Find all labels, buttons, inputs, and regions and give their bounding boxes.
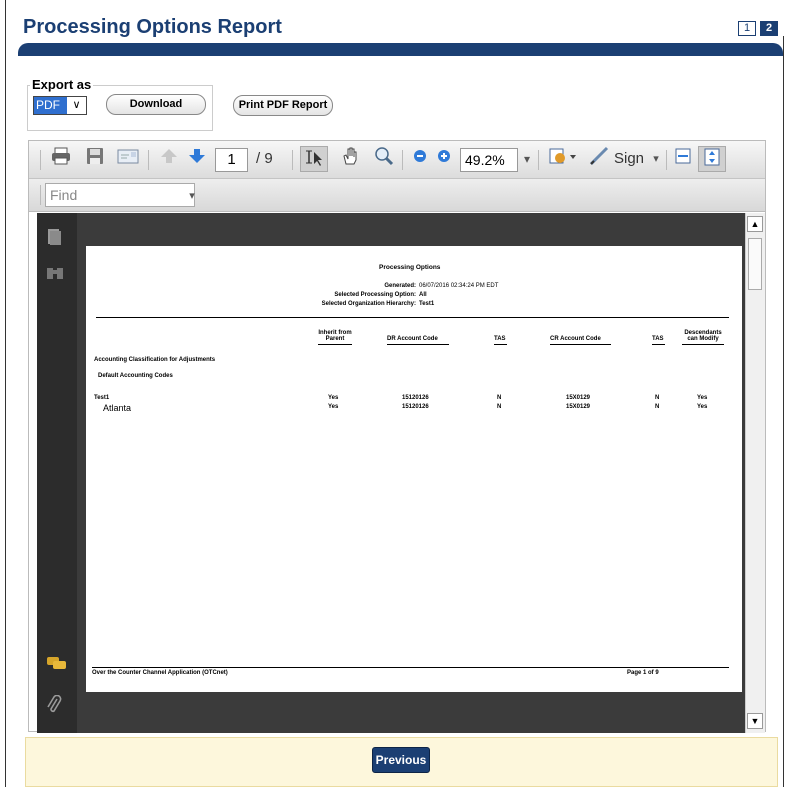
download-button[interactable]: Download <box>106 94 206 115</box>
col-cr-account: CR Account Code <box>550 336 601 342</box>
previous-button[interactable]: Previous <box>372 747 430 773</box>
toolbar-separator <box>292 150 293 170</box>
hand-icon[interactable] <box>338 146 362 173</box>
print-pdf-report-button[interactable]: Print PDF Report <box>233 95 333 116</box>
binoculars-icon[interactable] <box>46 266 64 285</box>
zoom-level-input[interactable]: 49.2% <box>460 148 518 172</box>
page-link-2[interactable]: 2 <box>760 21 778 36</box>
toolbar-separator <box>148 150 149 170</box>
viewer-side-panel <box>37 213 77 733</box>
marquee-zoom-icon[interactable] <box>372 146 396 173</box>
row-name: Test1 <box>94 395 110 401</box>
comments-icon[interactable] <box>46 656 68 677</box>
row-dr: 15120126 <box>402 395 429 401</box>
header-band <box>18 43 783 56</box>
print-icon[interactable] <box>50 146 72 173</box>
footer-app-name: Over the Counter Channel Application (OT… <box>92 670 228 676</box>
arrow-down-icon[interactable] <box>186 146 208 173</box>
email-icon[interactable] <box>116 146 140 173</box>
row-descendants: Yes <box>697 404 708 410</box>
toolbar-grip <box>40 150 41 170</box>
fit-page-icon[interactable] <box>698 146 726 172</box>
page-title: Processing Options Report <box>23 16 282 38</box>
hierarchy-value: Test1 <box>419 301 435 307</box>
section-title: Accounting Classification for Adjustment… <box>94 357 216 363</box>
scroll-down-icon[interactable]: ▼ <box>747 713 763 729</box>
find-dropdown-icon[interactable]: ▾ <box>187 183 197 209</box>
header-divider <box>96 317 729 318</box>
sign-dropdown-icon[interactable]: ▾ <box>651 146 661 172</box>
col-underline <box>652 344 665 345</box>
toolbar-separator <box>538 150 539 170</box>
toolbar-separator <box>666 150 667 170</box>
export-legend: Export as <box>30 77 94 92</box>
row-cr: 15X0129 <box>566 404 591 410</box>
stamp-icon[interactable] <box>546 146 580 173</box>
page: Processing Options Report 1 2 Export as … <box>0 0 787 787</box>
fit-width-icon[interactable] <box>672 146 694 173</box>
pen-icon[interactable] <box>586 146 612 173</box>
scrollbar-thumb[interactable] <box>748 238 762 290</box>
vertical-scrollbar[interactable] <box>745 213 765 733</box>
zoom-dropdown-icon[interactable]: ▾ <box>520 146 534 172</box>
col-tas-2: TAS <box>652 336 664 342</box>
row-dr: 15120126 <box>402 404 429 410</box>
generated-value: 06/07/2016 02:34:24 PM EDT <box>419 283 499 289</box>
export-format-select[interactable]: PDF ∨ <box>33 96 87 115</box>
left-border <box>5 0 6 787</box>
scroll-up-icon[interactable]: ▲ <box>747 216 763 232</box>
col-underline <box>682 344 724 345</box>
row-tas1: N <box>497 404 502 410</box>
subsection-title: Default Accounting Codes <box>98 373 173 379</box>
col-underline <box>387 344 449 345</box>
report-title: Processing Options <box>379 264 441 271</box>
row-inherit: Yes <box>328 404 339 410</box>
row-inherit: Yes <box>328 395 339 401</box>
col-inherit-line2: Parent <box>325 336 345 342</box>
col-descendants-line2: can Modify <box>687 336 719 342</box>
col-underline <box>318 344 352 345</box>
find-input[interactable]: Find <box>45 183 195 207</box>
col-underline <box>494 344 507 345</box>
footer-page-number: Page 1 of 9 <box>627 670 659 676</box>
page-total: / 9 <box>256 150 273 167</box>
chevron-down-icon: ∨ <box>72 99 81 111</box>
processing-option-label: Selected Processing Option: <box>334 292 416 298</box>
hierarchy-label: Selected Organization Hierarchy: <box>321 301 416 307</box>
zoom-in-icon[interactable] <box>434 146 454 173</box>
generated-label: Generated: <box>384 283 416 289</box>
row-cr: 15X0129 <box>566 395 591 401</box>
col-dr-account: DR Account Code <box>387 336 438 342</box>
report-page-nav: 1 2 <box>738 21 778 36</box>
attachment-icon[interactable] <box>46 694 62 720</box>
footer-divider <box>92 667 729 668</box>
page-number-input[interactable]: 1 <box>215 148 248 172</box>
save-icon[interactable] <box>84 146 106 173</box>
col-tas-1: TAS <box>494 336 506 342</box>
pdf-page: Processing Options Generated: 06/07/2016… <box>86 246 742 692</box>
findbar-grip <box>40 185 41 205</box>
zoom-out-icon[interactable] <box>410 146 430 173</box>
export-format-value: PDF <box>34 97 67 114</box>
select-cursor-icon[interactable] <box>300 146 328 172</box>
toolbar-separator <box>402 150 403 170</box>
row-tas2: N <box>655 404 660 410</box>
row-descendants: Yes <box>697 395 708 401</box>
sign-button[interactable]: Sign <box>614 150 644 167</box>
processing-option-value: All <box>419 292 427 298</box>
right-border <box>783 36 784 787</box>
row-tas1: N <box>497 395 502 401</box>
arrow-up-icon[interactable] <box>158 146 180 173</box>
row-name: Atlanta <box>103 403 132 413</box>
page-thumbnails-icon[interactable] <box>46 228 62 251</box>
page-link-1[interactable]: 1 <box>738 21 756 36</box>
row-tas2: N <box>655 395 660 401</box>
col-underline <box>550 344 611 345</box>
